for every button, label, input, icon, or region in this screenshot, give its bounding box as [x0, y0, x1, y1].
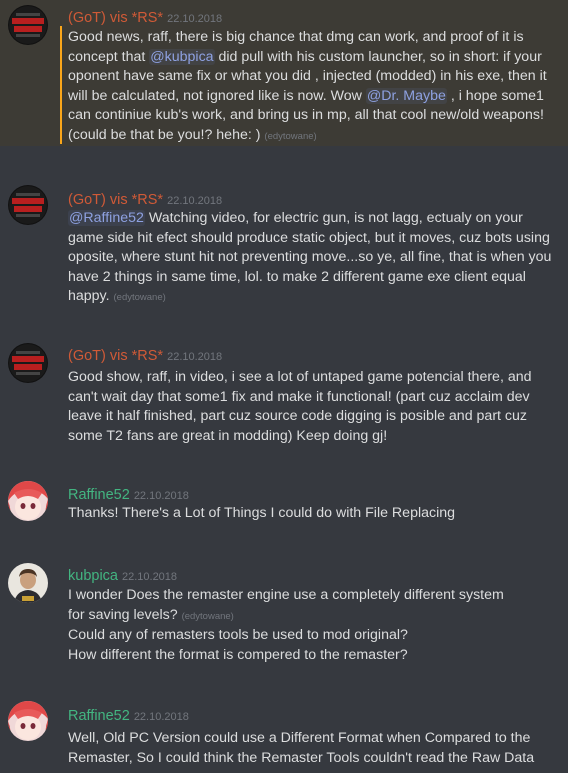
username[interactable]: (GoT) vis *RS* — [68, 192, 163, 208]
timestamp: 22.10.2018 — [167, 13, 223, 25]
kubpica-avatar[interactable] — [8, 563, 48, 603]
message-content: I wonder Does the remaster engine use a … — [68, 586, 558, 665]
message-4: Raffine52 22.10.2018 Thanks! There's a Lo… — [0, 476, 568, 532]
timestamp: 22.10.2018 — [133, 490, 189, 502]
message-text: I wonder Does the remaster engine use a … — [68, 587, 504, 623]
username[interactable]: Raffine52 — [68, 487, 130, 503]
username[interactable]: Raffine52 — [68, 708, 130, 724]
multiplayer-logo-icon — [8, 343, 48, 383]
message-content: Well, Old PC Version could use a Differe… — [68, 729, 558, 768]
username[interactable]: (GoT) vis *RS* — [68, 348, 163, 364]
timestamp: 22.10.2018 — [167, 351, 223, 363]
username[interactable]: (GoT) vis *RS* — [68, 10, 163, 26]
raffine-avatar[interactable] — [8, 701, 48, 741]
raffine-avatar[interactable] — [8, 481, 48, 521]
message-5: kubpica 22.10.2018 I wonder Does the rema… — [0, 558, 568, 668]
timestamp: 22.10.2018 — [133, 711, 189, 723]
got-avatar[interactable] — [8, 185, 48, 225]
message-text: Well, Old PC Version could use a Differe… — [68, 730, 535, 766]
multiplayer-logo-icon — [8, 185, 48, 225]
got-avatar[interactable] — [8, 5, 48, 45]
edited-tag: (edytowane) — [181, 610, 234, 622]
message-content: Good news, raff, there is big chance tha… — [68, 28, 558, 147]
multiplayer-logo-icon — [8, 5, 48, 45]
mention-kubpica[interactable]: @kubpica — [149, 48, 215, 65]
timestamp: 22.10.2018 — [121, 571, 178, 583]
edited-tag: (edytowane) — [113, 292, 166, 304]
timestamp: 22.10.2018 — [167, 195, 223, 207]
message-header: (GoT) vis *RS* 22.10.2018 — [68, 345, 222, 364]
message-header: Raffine52 22.10.2018 — [68, 484, 189, 503]
anime-girl-icon — [8, 701, 48, 741]
username[interactable]: kubpica — [68, 568, 118, 584]
message-2: (GoT) vis *RS* 22.10.2018 @Raffine52 Watc… — [0, 180, 568, 310]
message-3: (GoT) vis *RS* 22.10.2018 Good show, raff… — [0, 338, 568, 448]
message-text: Thanks! There's a Lot of Things I could … — [68, 505, 456, 521]
got-avatar[interactable] — [8, 343, 48, 383]
message-header: Raffine52 22.10.2018 — [68, 705, 189, 724]
message-content: @Raffine52 Watching video, for electric … — [68, 209, 558, 308]
message-line: Could any of remasters tools be used to … — [68, 627, 408, 644]
message-6: Raffine52 22.10.2018 Well, Old PC Version… — [0, 696, 568, 773]
edited-tag: (edytowane) — [264, 130, 317, 142]
message-line: How different the format is compered to … — [68, 646, 408, 663]
message-text: Good show, raff, in video, i see a lot o… — [68, 369, 532, 444]
mention-dr-maybe[interactable]: @Dr. Maybe — [365, 87, 447, 104]
message-header: (GoT) vis *RS* 22.10.2018 — [68, 189, 222, 208]
mention-raffine52[interactable]: @Raffine52 — [68, 210, 145, 226]
message-header: (GoT) vis *RS* 22.10.2018 — [68, 7, 222, 26]
message-line: I wonder Does the remaster engine use a … — [68, 586, 508, 626]
person-icon — [8, 563, 48, 603]
message-content: Good show, raff, in video, i see a lot o… — [68, 368, 558, 446]
anime-girl-icon — [8, 481, 48, 521]
message-1: (GoT) vis *RS* 22.10.2018 Good news, raff… — [0, 0, 568, 146]
message-content: Thanks! There's a Lot of Things I could … — [68, 504, 558, 524]
message-header: kubpica 22.10.2018 — [68, 565, 177, 584]
